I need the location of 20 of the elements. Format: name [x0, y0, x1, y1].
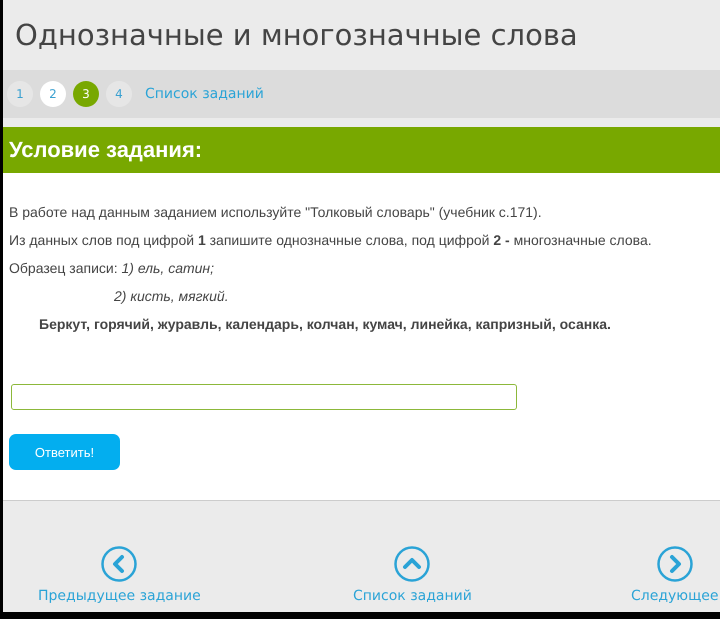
task-text: В работе над данным заданием используйте "Толковый словарь" (учебник с.171).	[9, 203, 542, 222]
page-number-button[interactable]: 3	[73, 81, 99, 107]
task-heading: Условие задания:	[3, 127, 720, 173]
task-text: Беркут, горячий, журавль, календарь, колчан, кумач, линейка, капризный, осанка.	[38, 315, 611, 334]
answer-field[interactable]	[11, 384, 517, 410]
right-chevron-icon	[656, 546, 693, 582]
page-number-button[interactable]: 4	[106, 81, 132, 107]
task-text: Из данных слов под цифрой 1 запишите однозначные слова, под цифрой 2 - многозначные слова.	[9, 231, 652, 250]
nav-link[interactable]: Список заданий	[353, 546, 472, 604]
task-text: Образец записи: 1) ель, сатин;	[9, 259, 214, 278]
task-text: 2) кисть, мягкий.	[113, 287, 229, 306]
up-chevron-icon	[394, 546, 430, 582]
left-chevron-icon	[101, 546, 138, 582]
task-list-link[interactable]: Список заданий	[145, 86, 264, 102]
page-number-button[interactable]: 1	[7, 81, 33, 107]
answer-button[interactable]: Ответить!	[9, 434, 120, 470]
page-number-button[interactable]: 2	[40, 81, 66, 107]
page-title: Однозначные и многозначные слова	[15, 18, 578, 52]
nav-link[interactable]: Следующее	[631, 546, 718, 604]
nav-link[interactable]: Предыдущее задание	[38, 546, 201, 604]
